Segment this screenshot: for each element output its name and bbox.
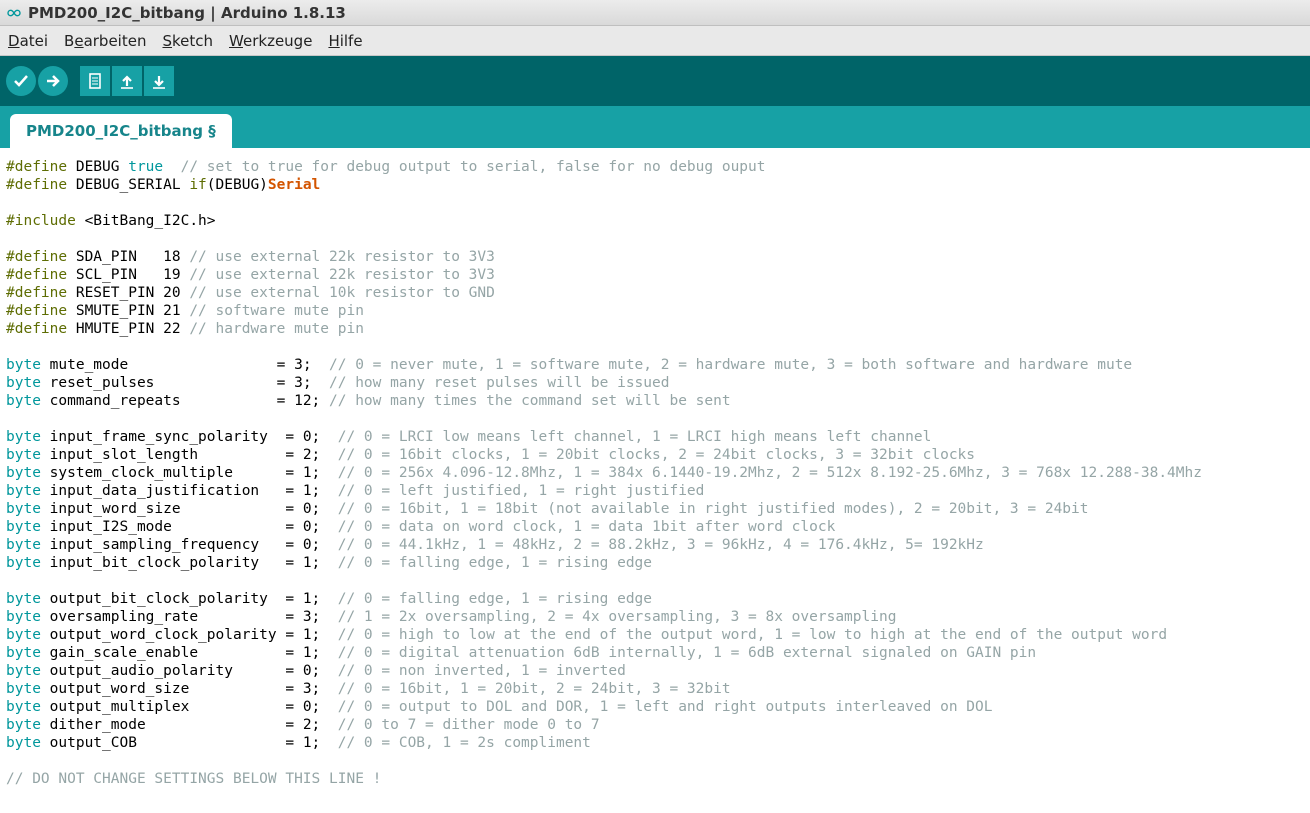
menu-datei[interactable]: Datei: [8, 32, 48, 50]
arrow-right-icon: [44, 72, 62, 90]
tab-main[interactable]: PMD200_I2C_bitbang §: [10, 114, 232, 148]
tab-bar: PMD200_I2C_bitbang §: [0, 106, 1310, 148]
window-title: PMD200_I2C_bitbang | Arduino 1.8.13: [28, 4, 346, 22]
verify-button[interactable]: [6, 66, 36, 96]
upload-button[interactable]: [38, 66, 68, 96]
check-icon: [12, 72, 30, 90]
arrow-up-icon: [118, 72, 136, 90]
toolbar: [0, 56, 1310, 106]
new-file-icon: [86, 72, 104, 90]
new-sketch-button[interactable]: [80, 66, 110, 96]
save-sketch-button[interactable]: [144, 66, 174, 96]
arduino-logo-icon: [6, 5, 22, 21]
menu-hilfe[interactable]: Hilfe: [328, 32, 362, 50]
code-editor[interactable]: #define DEBUG true // set to true for de…: [0, 148, 1310, 798]
tab-label: PMD200_I2C_bitbang §: [26, 122, 216, 140]
menu-werkzeuge[interactable]: Werkzeuge: [229, 32, 312, 50]
window-titlebar: PMD200_I2C_bitbang | Arduino 1.8.13: [0, 0, 1310, 26]
arrow-down-icon: [150, 72, 168, 90]
menubar: Datei Bearbeiten Sketch Werkzeuge Hilfe: [0, 26, 1310, 56]
menu-bearbeiten[interactable]: Bearbeiten: [64, 32, 146, 50]
menu-sketch[interactable]: Sketch: [162, 32, 213, 50]
open-sketch-button[interactable]: [112, 66, 142, 96]
